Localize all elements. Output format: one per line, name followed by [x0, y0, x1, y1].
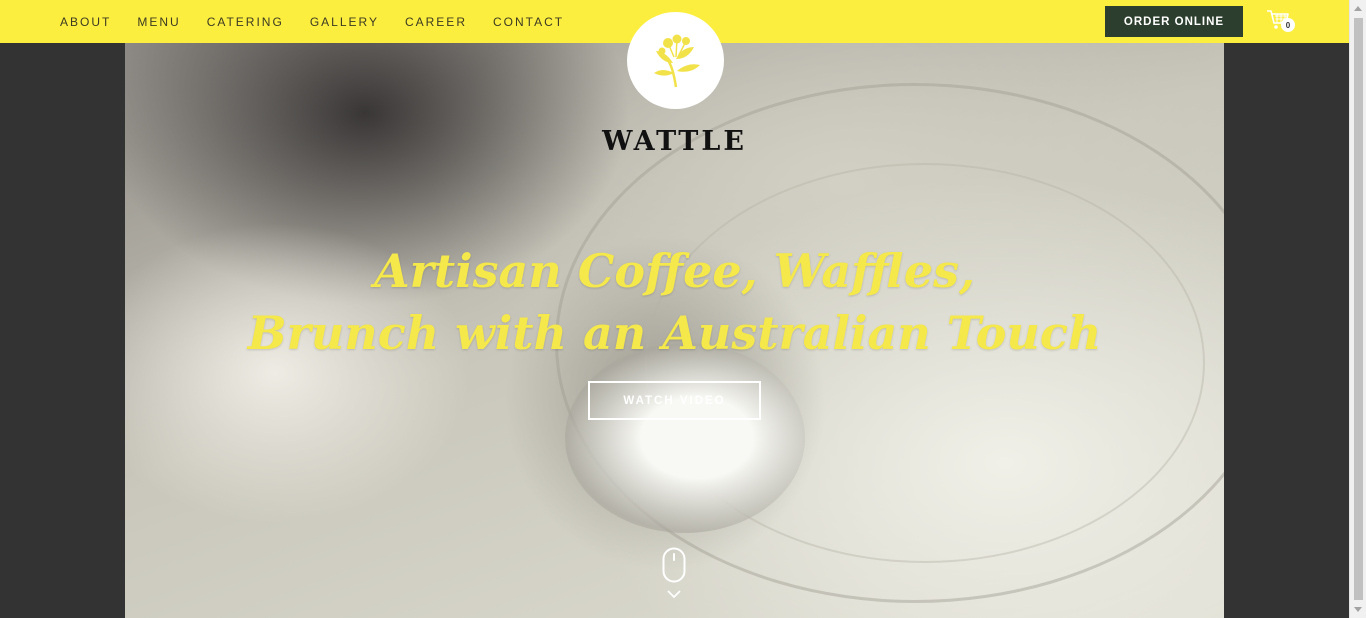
hero-foam-highlight — [565, 343, 805, 533]
order-online-button[interactable]: ORDER ONLINE — [1105, 6, 1243, 37]
vertical-scrollbar[interactable] — [1349, 0, 1366, 618]
main-nav: ABOUT MENU CATERING GALLERY CAREER CONTA… — [60, 0, 590, 43]
hero-headline-line1: Artisan Coffee, Waffles, — [373, 244, 976, 298]
watch-video-button[interactable]: WATCH VIDEO — [588, 381, 761, 420]
cart-count-badge: 0 — [1281, 18, 1295, 32]
mouse-scroll-icon[interactable] — [662, 547, 686, 583]
brand-name: WATTLE — [602, 126, 747, 157]
scroll-thumb[interactable] — [1354, 18, 1363, 600]
nav-gallery[interactable]: GALLERY — [310, 15, 379, 29]
wattle-flower-logo[interactable] — [627, 12, 724, 109]
hero-headline-line2: Brunch with an Australian Touch — [247, 306, 1102, 360]
cart-button[interactable]: 0 — [1266, 9, 1296, 35]
scroll-down-arrow-icon[interactable] — [1354, 607, 1362, 612]
hero-headline: Artisan Coffee, Waffles, Brunch with an … — [0, 240, 1349, 364]
scroll-up-arrow-icon[interactable] — [1354, 6, 1362, 11]
nav-career[interactable]: CAREER — [405, 15, 467, 29]
nav-contact[interactable]: CONTACT — [493, 15, 564, 29]
chevron-down-icon[interactable] — [666, 589, 682, 599]
wattle-flower-icon — [653, 34, 700, 87]
nav-catering[interactable]: CATERING — [207, 15, 284, 29]
nav-menu[interactable]: MENU — [137, 15, 180, 29]
nav-about[interactable]: ABOUT — [60, 15, 111, 29]
